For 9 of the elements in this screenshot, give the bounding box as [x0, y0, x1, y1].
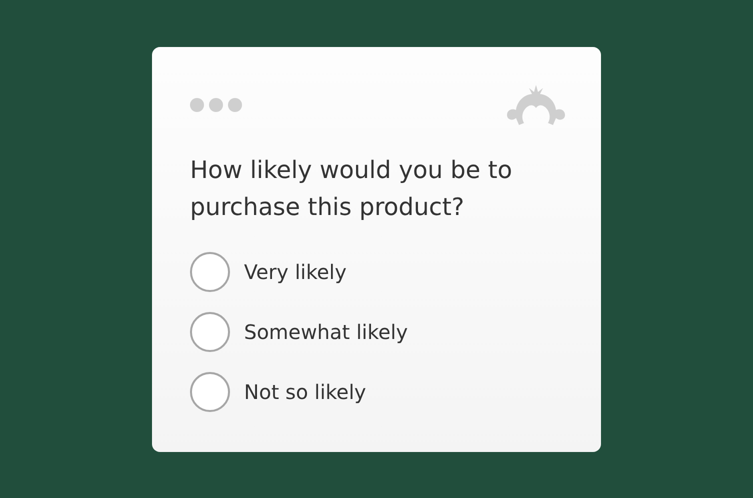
radio-button[interactable]: [190, 252, 230, 292]
radio-button[interactable]: [190, 372, 230, 412]
option-label[interactable]: Very likely: [244, 260, 347, 284]
option-label[interactable]: Somewhat likely: [244, 320, 408, 344]
monkey-head-icon: [507, 84, 565, 124]
question-text: How likely would you be to purchase this product?: [190, 154, 514, 222]
option-label[interactable]: Not so likely: [244, 380, 366, 404]
radio-button[interactable]: [190, 312, 230, 352]
more-icon: [190, 98, 242, 112]
